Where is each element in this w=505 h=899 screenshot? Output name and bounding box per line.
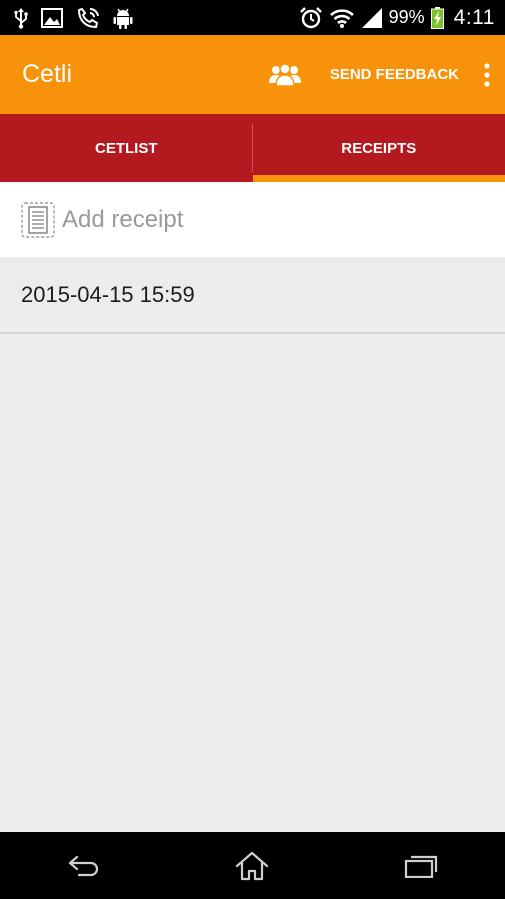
battery-charging-icon [430,6,444,29]
back-button[interactable] [44,836,124,896]
recent-apps-icon [404,855,437,878]
receipt-icon-wrap [21,201,55,238]
home-button[interactable] [212,836,292,896]
tab-cetlist[interactable]: CETLIST [0,114,253,182]
receipt-icon [21,201,55,238]
tab-receipts[interactable]: RECEIPTS [252,114,505,182]
usb-icon [14,7,28,29]
clock: 4:11 [453,5,495,29]
phone-icon [77,7,99,28]
signal-icon [361,7,382,28]
notification-icons [0,7,133,29]
wifi-icon [329,8,354,28]
tab-bar: CETLIST RECEIPTS [0,114,505,182]
back-icon [69,855,99,876]
action-buttons: SEND FEEDBACK [262,35,505,114]
app-title: Cetli [22,60,73,88]
send-feedback-button[interactable]: SEND FEEDBACK [322,35,467,114]
alarm-icon [299,6,322,28]
receipt-date: 2015-04-15 15:59 [21,281,195,307]
overflow-menu-icon [484,62,490,87]
android-icon [113,8,133,29]
image-icon [41,7,63,28]
system-icons: 99% 4:11 [299,6,505,30]
recent-apps-button[interactable] [381,836,461,896]
add-receipt-label: Add receipt [62,205,184,233]
people-button[interactable] [262,52,308,98]
home-icon [236,851,269,880]
list-item[interactable]: 2015-04-15 15:59 [0,257,505,334]
overflow-menu-button[interactable] [469,35,505,114]
battery-percent: 99% [388,7,425,27]
tab-label: CETLIST [95,139,158,157]
tab-label: RECEIPTS [341,139,417,157]
action-bar: Cetli SEND FEEDBACK [0,35,505,114]
status-bar: 99% 4:11 [0,0,505,35]
tab-selected-indicator [252,175,505,182]
add-receipt-button[interactable]: Add receipt [0,182,505,257]
people-icon [268,62,301,87]
navigation-bar [0,832,505,899]
